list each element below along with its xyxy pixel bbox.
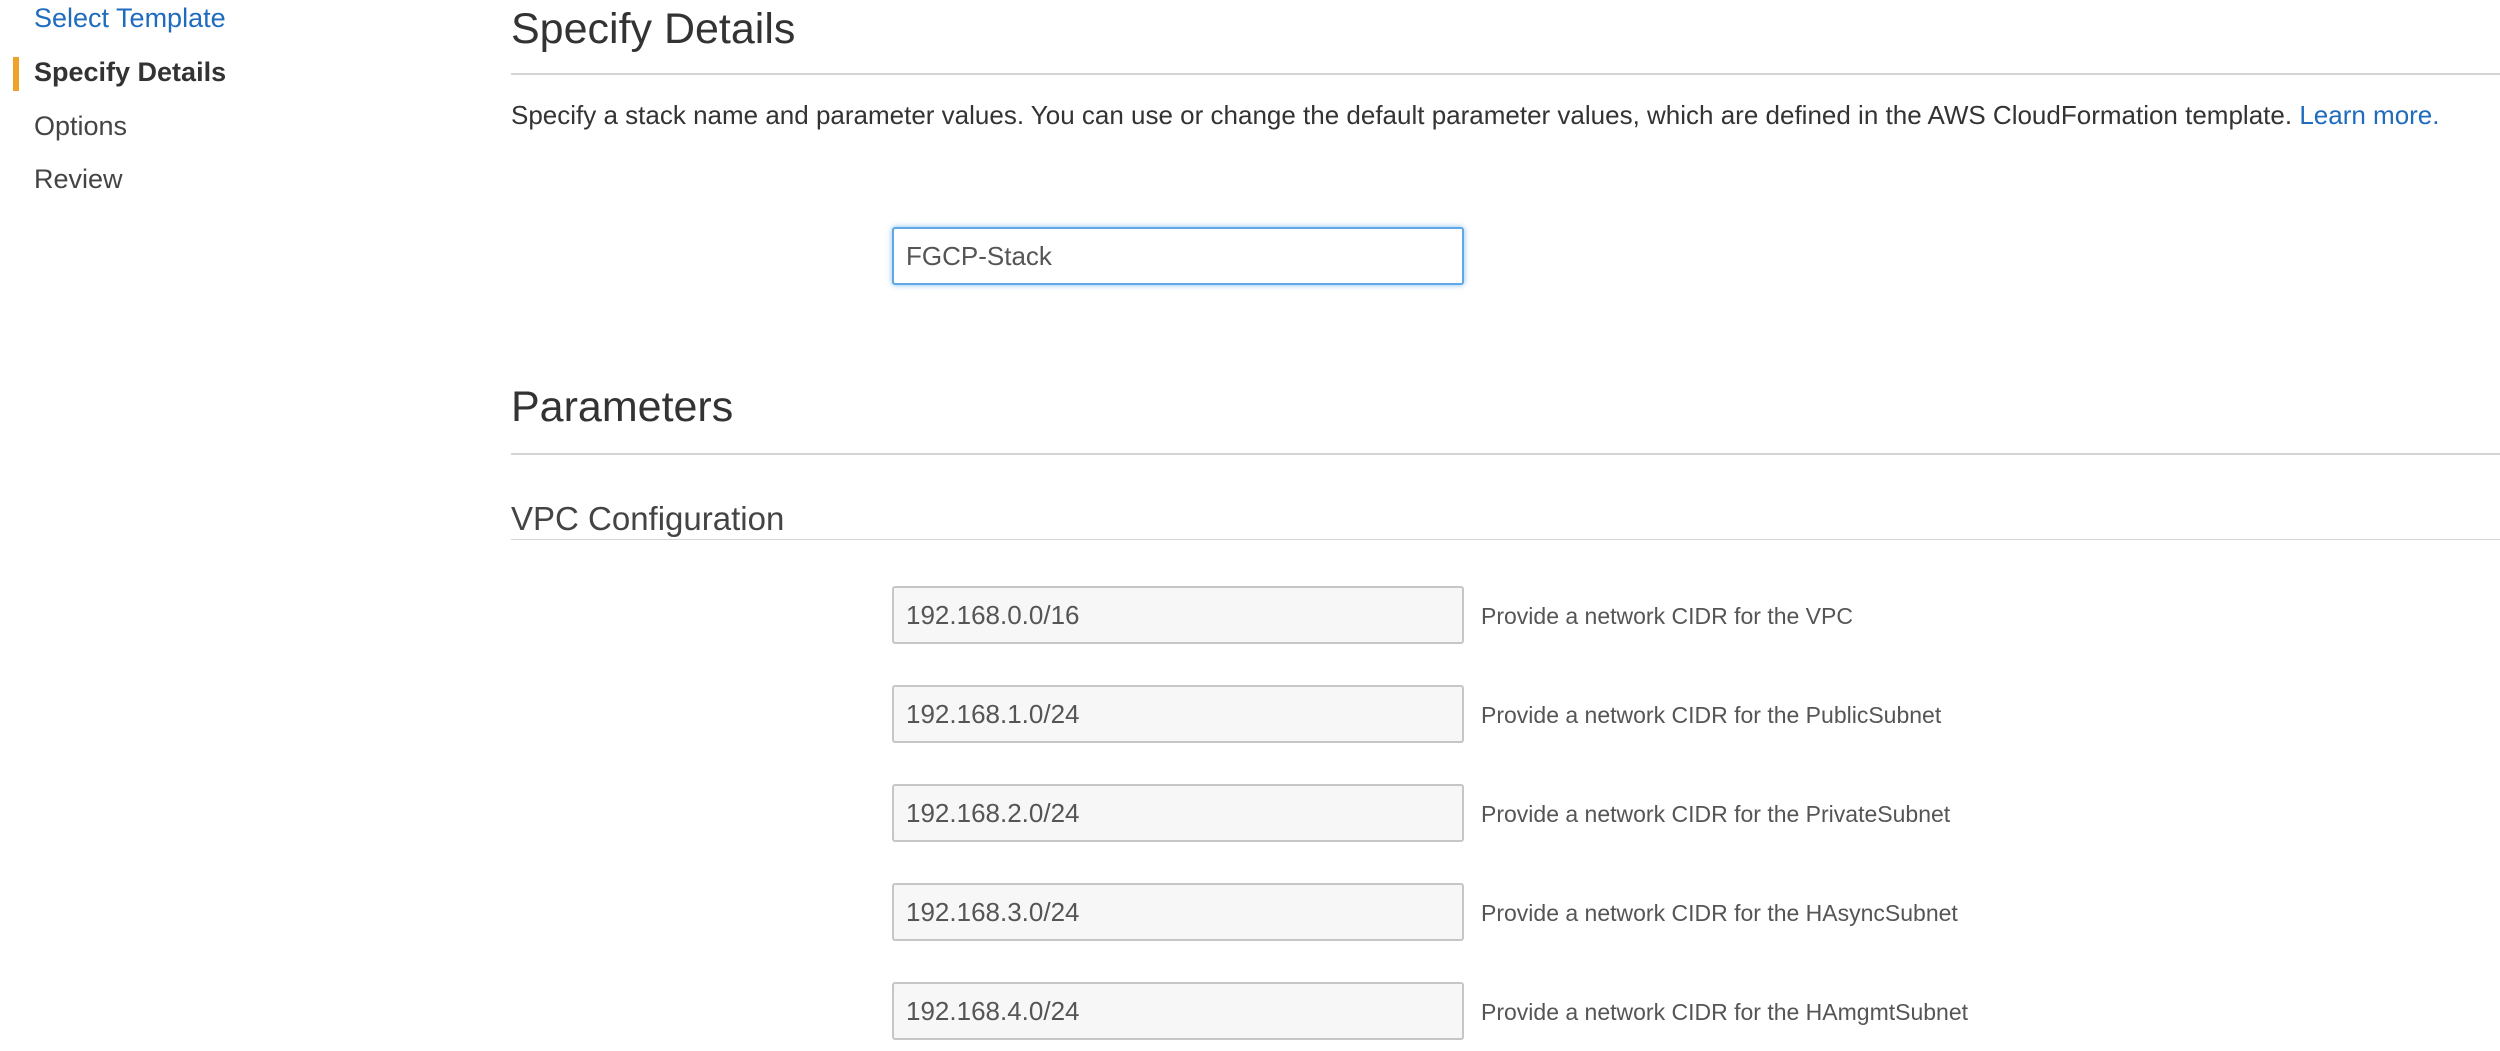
param-help-hasyncsubnet: Provide a network CIDR for the HAsyncSub… [1481, 900, 1958, 926]
hamgmtsubnet-input[interactable] [892, 982, 1464, 1040]
page-title: Specify Details [511, 5, 796, 53]
description-text: Specify a stack name and parameter value… [511, 100, 2293, 130]
publicsubnet-input[interactable] [892, 685, 1464, 743]
page-description: Specify a stack name and parameter value… [511, 98, 2440, 132]
vpc-configuration-heading: VPC Configuration [511, 500, 785, 537]
param-help-publicsubnet: Provide a network CIDR for the PublicSub… [1481, 702, 1942, 728]
step-specify-details: Specify Details [34, 57, 227, 87]
active-step-indicator [13, 57, 19, 91]
hasyncsubnet-input[interactable] [892, 883, 1464, 941]
parameters-divider [511, 453, 2500, 455]
vpc-configuration-divider [511, 539, 2500, 540]
title-divider [511, 73, 2500, 75]
param-row-hasyncsubnet: HAsyncSubnet Provide a network CIDR for … [511, 883, 2500, 943]
step-options: Options [34, 111, 128, 141]
param-help-vpccidr: Provide a network CIDR for the VPC [1481, 603, 1853, 629]
stack-name-input[interactable] [892, 227, 1464, 285]
param-row-hamgmtsubnet: HAmgmtSubnet Provide a network CIDR for … [511, 982, 2500, 1042]
param-row-privatesubnet: PrivateSubnet Provide a network CIDR for… [511, 784, 2500, 844]
param-row-vpccidr: VPCCIDR Provide a network CIDR for the V… [511, 586, 2500, 646]
param-row-publicsubnet: PublicSubnet Provide a network CIDR for … [511, 685, 2500, 745]
vpccidr-input[interactable] [892, 586, 1464, 644]
parameters-heading: Parameters [511, 383, 734, 431]
stack-name-row: Stack name [511, 227, 2500, 287]
param-help-hamgmtsubnet: Provide a network CIDR for the HAmgmtSub… [1481, 999, 1969, 1025]
step-review: Review [34, 164, 123, 194]
param-help-privatesubnet: Provide a network CIDR for the PrivateSu… [1481, 801, 1951, 827]
step-select-template[interactable]: Select Template [34, 0, 226, 36]
learn-more-link[interactable]: Learn more. [2299, 100, 2439, 130]
privatesubnet-input[interactable] [892, 784, 1464, 842]
